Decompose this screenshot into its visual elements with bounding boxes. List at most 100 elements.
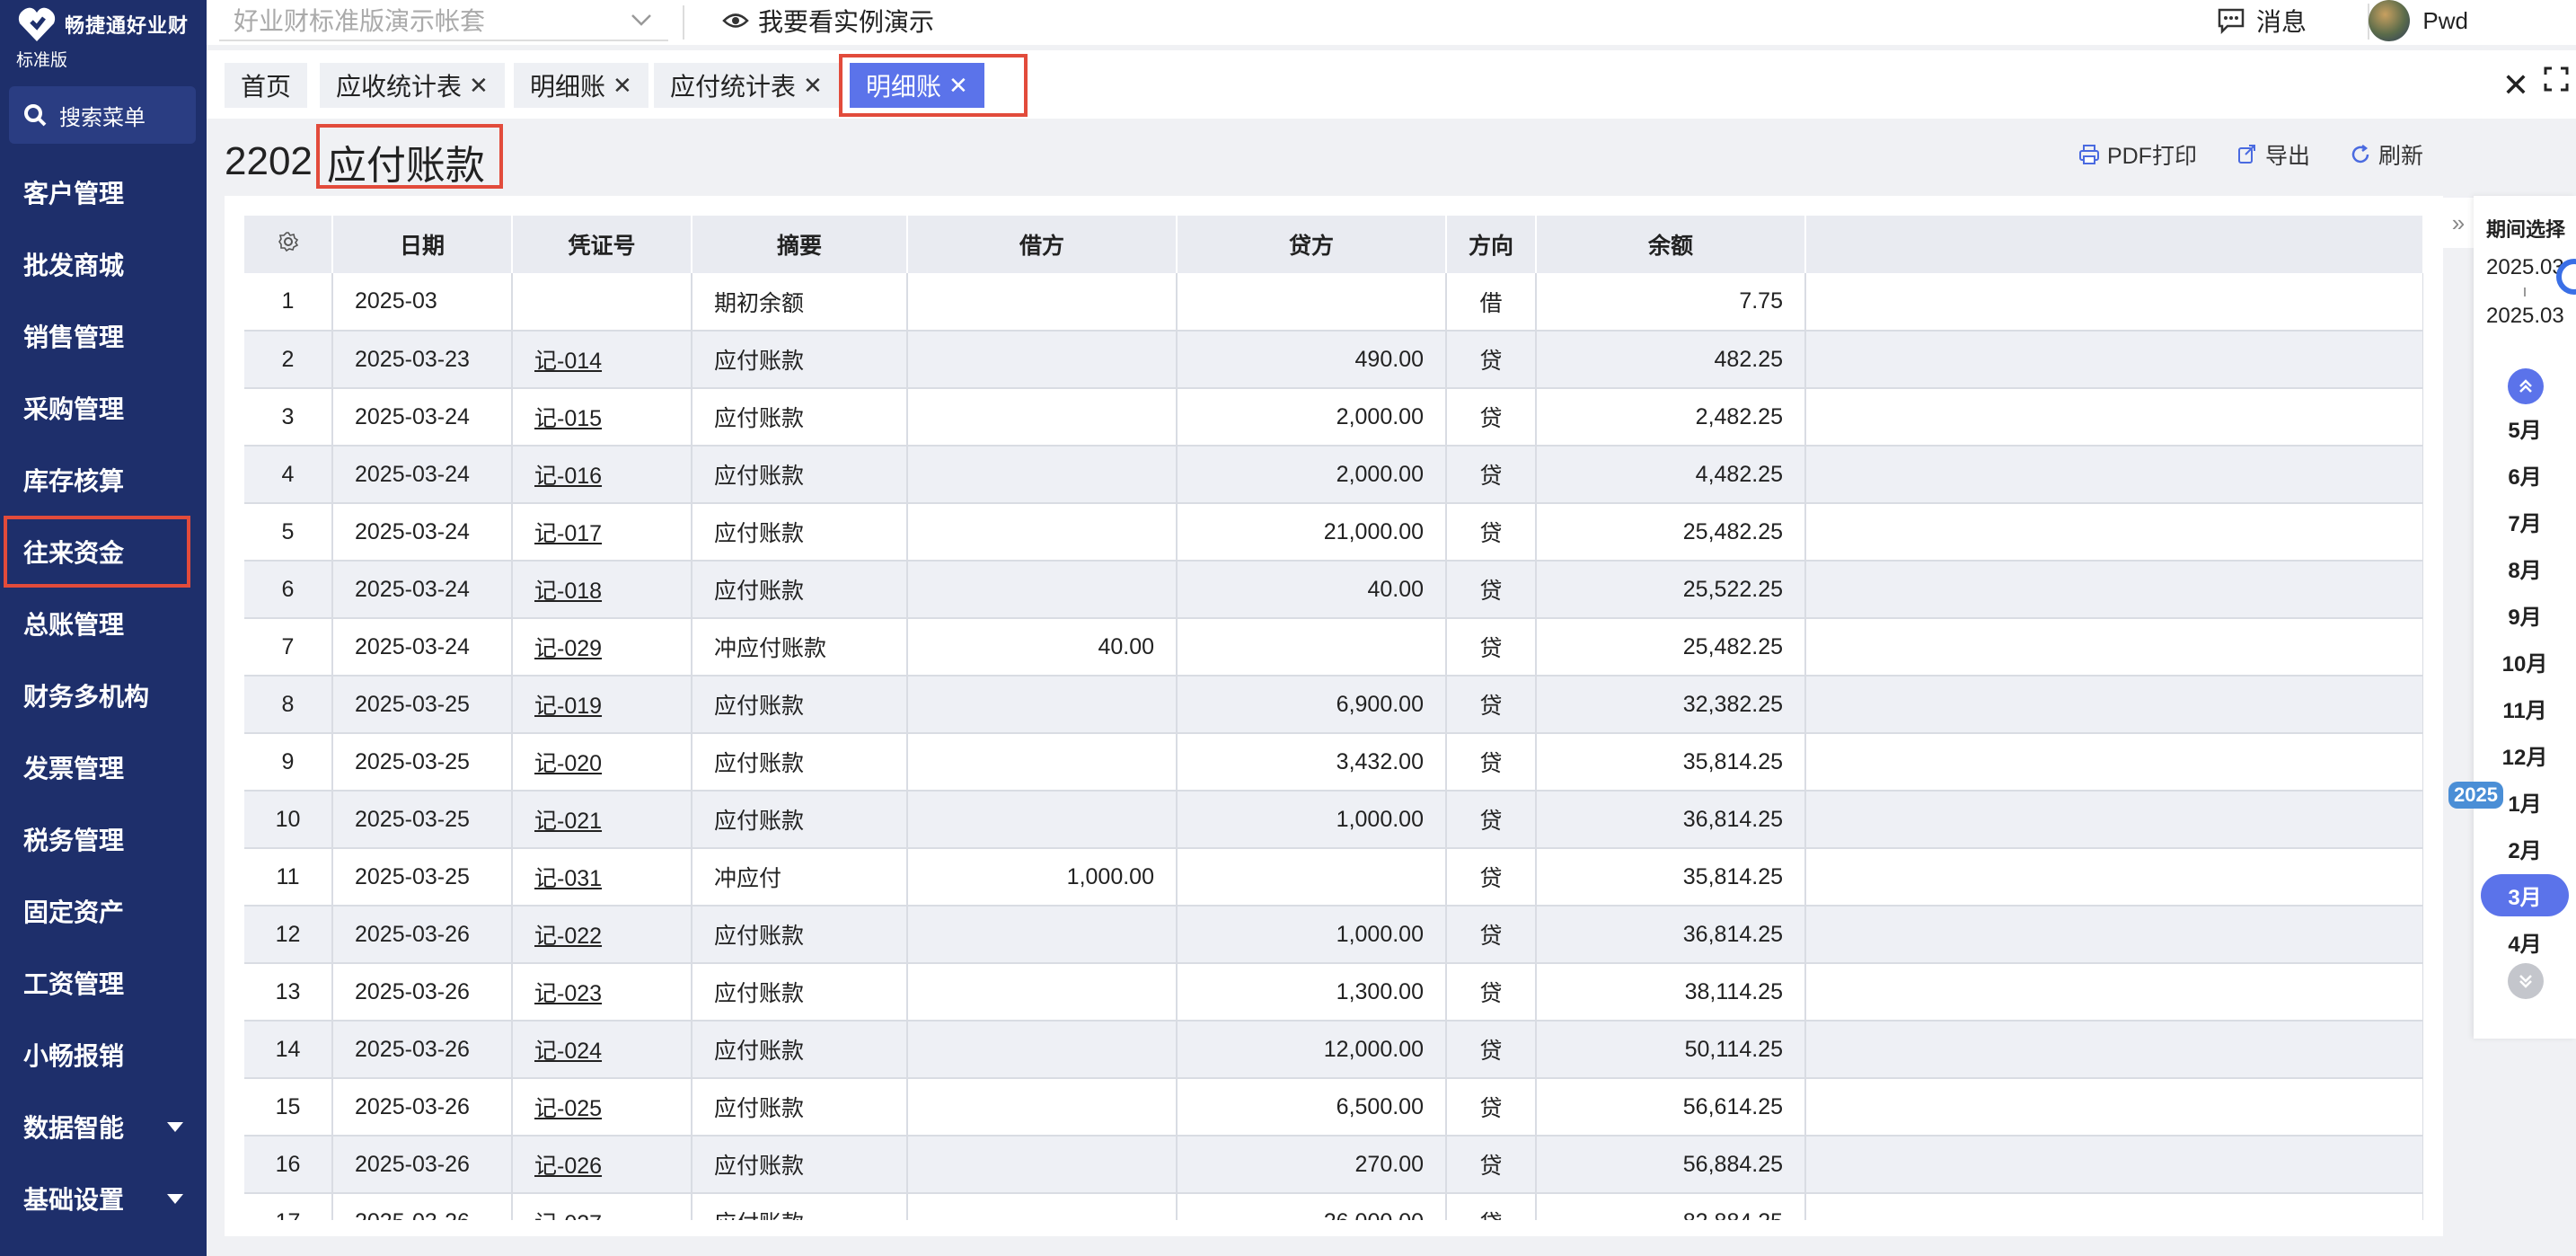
- period-to[interactable]: 2025.03: [2486, 304, 2564, 329]
- user-menu[interactable]: Pwd: [2369, 0, 2468, 41]
- demo-label: 我要看实例演示: [758, 8, 935, 36]
- user-name: Pwd: [2422, 6, 2468, 34]
- cell-voucher[interactable]: 记-014: [512, 331, 693, 389]
- table-row[interactable]: 10 2025-03-25 记-021 应付账款 1,000.00 贷 36,814.25: [244, 791, 2423, 849]
- cell-direction: 贷: [1446, 906, 1537, 964]
- cell-voucher[interactable]: 记-022: [512, 906, 693, 964]
- cell-voucher[interactable]: 记-026: [512, 1136, 693, 1194]
- table-row[interactable]: 4 2025-03-24 记-016 应付账款 2,000.00 贷 4,482.25: [244, 446, 2423, 504]
- fullscreen-icon[interactable]: [2544, 66, 2569, 92]
- table-row[interactable]: 1 2025-03 期初余额 借 7.75: [244, 273, 2423, 332]
- cell-credit: 270.00: [1177, 1136, 1447, 1194]
- demo-link[interactable]: 我要看实例演示: [722, 0, 934, 41]
- tab-receivable-stats[interactable]: 应收统计表 ✕: [320, 63, 505, 108]
- scroll-down-button[interactable]: [2508, 963, 2544, 999]
- sidebar-item-customer[interactable]: 客户管理: [0, 156, 207, 228]
- tab-payable-stats[interactable]: 应付统计表 ✕: [654, 63, 839, 108]
- sidebar-item-basic-settings[interactable]: 基础设置: [0, 1163, 207, 1234]
- table-row[interactable]: 7 2025-03-24 记-029 冲应付账款 40.00 贷 25,482.25: [244, 618, 2423, 677]
- cell-voucher[interactable]: 记-024: [512, 1021, 693, 1079]
- sidebar-item-sales[interactable]: 销售管理: [0, 300, 207, 372]
- month-item[interactable]: 4月: [2474, 918, 2576, 965]
- month-item[interactable]: 10月: [2474, 638, 2576, 685]
- refresh-button[interactable]: 刷新: [2350, 138, 2423, 171]
- collapse-panel-button[interactable]: »: [2443, 198, 2474, 248]
- sidebar-item-data-intelligence[interactable]: 数据智能: [0, 1091, 207, 1163]
- close-icon[interactable]: ✕: [803, 72, 823, 100]
- tab-home[interactable]: 首页: [225, 63, 308, 108]
- table-row[interactable]: 2 2025-03-23 记-014 应付账款 490.00 贷 482.25: [244, 331, 2423, 389]
- pdf-print-button[interactable]: PDF打印: [2078, 138, 2197, 171]
- column-header-balance[interactable]: 余额: [1536, 216, 1806, 273]
- column-header-credit[interactable]: 贷方: [1177, 216, 1447, 273]
- cell-voucher[interactable]: 记-021: [512, 791, 693, 849]
- month-item[interactable]: 8月: [2474, 544, 2576, 591]
- column-header-date[interactable]: 日期: [332, 216, 513, 273]
- cell-filler: [1805, 446, 2423, 504]
- table-row[interactable]: 9 2025-03-25 记-020 应付账款 3,432.00 贷 35,814.25: [244, 733, 2423, 792]
- cell-debit: [907, 676, 1178, 734]
- cell-voucher[interactable]: 记-016: [512, 446, 693, 504]
- table-row[interactable]: 13 2025-03-26 记-023 应付账款 1,300.00 贷 38,114.25: [244, 963, 2423, 1022]
- sidebar-item-purchase[interactable]: 采购管理: [0, 372, 207, 444]
- table-row[interactable]: 5 2025-03-24 记-017 应付账款 21,000.00 贷 25,482.25: [244, 503, 2423, 562]
- search-menu-button[interactable]: 搜索菜单: [9, 86, 196, 144]
- row-number: 11: [244, 848, 333, 907]
- cell-voucher[interactable]: 记-017: [512, 503, 693, 562]
- period-from[interactable]: 2025.03: [2486, 255, 2564, 280]
- sidebar-item-payroll[interactable]: 工资管理: [0, 947, 207, 1019]
- table-row[interactable]: 6 2025-03-24 记-018 应付账款 40.00 贷 25,522.25: [244, 561, 2423, 619]
- sidebar-item-inventory[interactable]: 库存核算: [0, 444, 207, 516]
- month-item[interactable]: 5月: [2474, 404, 2576, 451]
- sidebar-item-wholesale[interactable]: 批发商城: [0, 228, 207, 300]
- cell-filler: [1805, 1136, 2423, 1194]
- cell-voucher[interactable]: 记-018: [512, 561, 693, 619]
- sidebar-item-general-ledger[interactable]: 总账管理: [0, 588, 207, 659]
- month-item[interactable]: 11月: [2474, 685, 2576, 731]
- table-row[interactable]: 11 2025-03-25 记-031 冲应付 1,000.00 贷 35,814.25: [244, 848, 2423, 907]
- close-all-tabs-icon[interactable]: ✕: [2502, 66, 2529, 104]
- cell-voucher[interactable]: 记-027: [512, 1193, 693, 1220]
- month-item[interactable]: 12月: [2474, 731, 2576, 778]
- month-item[interactable]: 9月: [2474, 591, 2576, 638]
- sidebar-item-invoice[interactable]: 发票管理: [0, 731, 207, 803]
- sidebar-item-tax[interactable]: 税务管理: [0, 803, 207, 875]
- table-row[interactable]: 15 2025-03-26 记-025 应付账款 6,500.00 贷 56,614.25: [244, 1078, 2423, 1137]
- cell-voucher[interactable]: 记-025: [512, 1078, 693, 1137]
- close-icon[interactable]: ✕: [469, 72, 489, 100]
- month-item[interactable]: 3月: [2474, 871, 2576, 918]
- cell-voucher[interactable]: 记-015: [512, 388, 693, 447]
- table-row[interactable]: 172025-03-26记-027应付账款 26,000.00贷82,884.25: [244, 1193, 2423, 1220]
- cell-voucher[interactable]: 记-020: [512, 733, 693, 792]
- scroll-up-button[interactable]: [2508, 368, 2544, 404]
- cell-voucher[interactable]: 记-019: [512, 676, 693, 734]
- table-row[interactable]: 3 2025-03-24 记-015 应付账款 2,000.00 贷 2,482.25: [244, 388, 2423, 447]
- cell-voucher[interactable]: 记-023: [512, 963, 693, 1022]
- column-header-voucher[interactable]: 凭证号: [512, 216, 693, 273]
- table-row[interactable]: 12 2025-03-26 记-022 应付账款 1,000.00 贷 36,814.25: [244, 906, 2423, 964]
- month-item[interactable]: 6月: [2474, 451, 2576, 498]
- table-row[interactable]: 16 2025-03-26 记-026 应付账款 270.00 贷 56,884.25: [244, 1136, 2423, 1194]
- sidebar: 畅捷通好业财 标准版 搜索菜单 客户管理 批发商城 销售管理 采购管理 库存核算…: [0, 0, 207, 1256]
- cell-voucher[interactable]: 记-029: [512, 618, 693, 677]
- ledger-table-container[interactable]: 日期 凭证号 摘要 借方 贷方 方向 余额 1 2025-03 期初余额借 7.75 2…: [244, 216, 2423, 1220]
- column-header-debit[interactable]: 借方: [907, 216, 1178, 273]
- table-row[interactable]: 8 2025-03-25 记-019 应付账款 6,900.00 贷 32,382.25: [244, 676, 2423, 734]
- sidebar-item-reimburse[interactable]: 小畅报销: [0, 1019, 207, 1091]
- export-button[interactable]: 导出: [2236, 138, 2310, 171]
- sidebar-item-funds[interactable]: 往来资金: [4, 516, 190, 588]
- messages-button[interactable]: 消息: [2217, 0, 2307, 41]
- cell-voucher[interactable]: 记-031: [512, 848, 693, 907]
- column-settings[interactable]: [244, 216, 333, 273]
- month-item[interactable]: 7月: [2474, 498, 2576, 544]
- sidebar-item-fixed-assets[interactable]: 固定资产: [0, 875, 207, 947]
- close-icon[interactable]: ✕: [613, 72, 632, 100]
- column-header-summary[interactable]: 摘要: [692, 216, 908, 273]
- sidebar-item-multi-org[interactable]: 财务多机构: [0, 659, 207, 731]
- table-row[interactable]: 14 2025-03-26 记-024 应付账款 12,000.00 贷 50,114.25: [244, 1021, 2423, 1079]
- column-header-direction[interactable]: 方向: [1446, 216, 1537, 273]
- tab-detail-ledger-1[interactable]: 明细账 ✕: [514, 63, 648, 108]
- account-selector[interactable]: 好业财标准版演示帐套: [219, 0, 668, 41]
- cell-voucher[interactable]: [512, 273, 693, 332]
- month-item[interactable]: 2月: [2474, 825, 2576, 871]
